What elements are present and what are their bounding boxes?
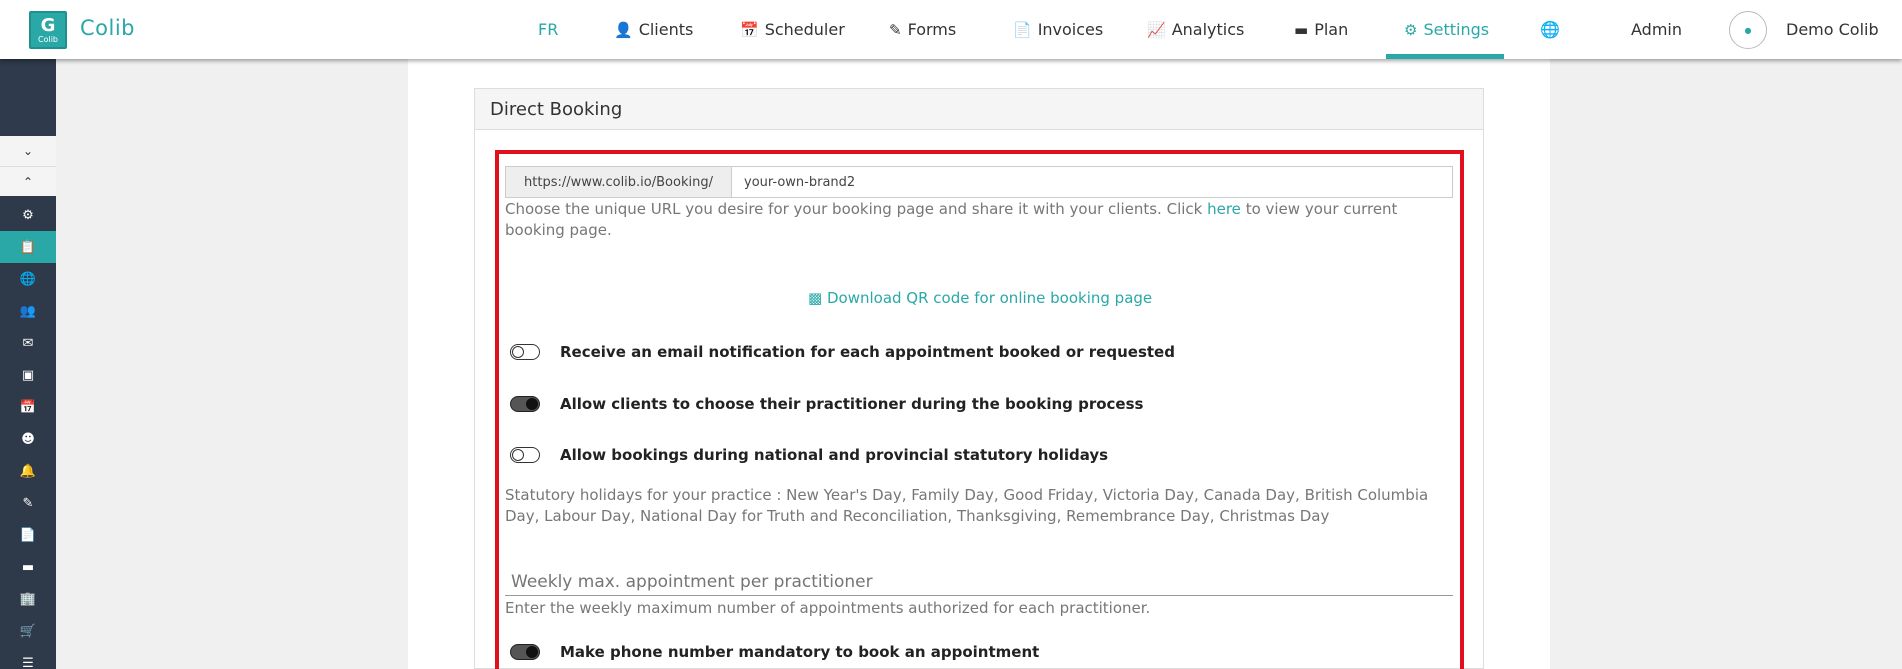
admin-link[interactable]: Admin [1631,0,1682,59]
sidebar-globe-icon[interactable]: 🌐 [0,263,56,295]
sidebar: ⌄ ⌃ ⚙ 📋 🌐 👥 ✉ ▣ 📅 ☻ 🔔 ✎ 📄 ▬ 🏢 🛒 ☰ [0,59,56,669]
forms-icon: ✎ [889,20,902,39]
sidebar-card-icon[interactable]: ▬ [0,551,56,583]
weekly-help-text: Enter the weekly maximum number of appoi… [505,599,1151,617]
booking-url-input[interactable] [732,166,1453,198]
nav-invoices[interactable]: 📄 Invoices [1013,0,1103,59]
top-navbar: G Colib Colib FR 👤 Clients 📅 Scheduler ✎… [0,0,1902,59]
email-notification-toggle[interactable] [510,344,540,360]
invoice-icon: 📄 [1013,20,1032,39]
choose-practitioner-label: Allow clients to choose their practition… [560,395,1144,413]
holiday-bookings-label: Allow bookings during national and provi… [560,446,1109,464]
logo-text: Colib [37,34,58,44]
nav-scheduler-label: Scheduler [764,20,845,39]
sidebar-clipboard-icon[interactable]: 📋 [0,231,56,263]
nav-settings-label: Settings [1423,20,1490,39]
email-notification-label: Receive an email notification for each a… [560,343,1175,361]
nav-settings[interactable]: ⚙ Settings [1404,0,1489,59]
user-name[interactable]: Demo Colib [1786,0,1879,59]
url-help-text: Choose the unique URL you desire for you… [505,199,1445,241]
nav-clients-label: Clients [638,20,694,39]
qr-code-icon: ▩ [808,289,823,307]
sidebar-users-icon[interactable]: 👥 [0,295,56,327]
sidebar-note-icon[interactable]: ▣ [0,359,56,391]
sidebar-bell-icon[interactable]: 🔔 [0,455,56,487]
globe-icon[interactable]: 🌐 [1540,0,1560,59]
nav-analytics-label: Analytics [1171,20,1245,39]
sidebar-header [0,65,56,135]
sidebar-calendar-icon[interactable]: 📅 [0,391,56,423]
weekly-max-input[interactable] [505,568,1453,596]
language-toggle[interactable]: FR [538,0,558,59]
avatar[interactable]: ● [1729,11,1767,49]
chevron-up-icon[interactable]: ⌃ [0,166,56,196]
sidebar-edit-icon[interactable]: ✎ [0,487,56,519]
view-booking-page-link[interactable]: here [1207,200,1241,218]
holidays-text: Statutory holidays for your practice : N… [505,486,1429,525]
nav-plan[interactable]: ▬ Plan [1294,0,1348,59]
active-tab-indicator [1386,54,1504,59]
chart-icon: 📈 [1147,20,1166,39]
chevron-down-icon[interactable]: ⌄ [0,136,56,166]
choose-practitioner-toggle[interactable] [510,396,540,412]
calendar-icon: 📅 [740,20,759,39]
card-icon: ▬ [1294,20,1309,39]
sidebar-cart-icon[interactable]: 🛒 [0,615,56,647]
panel-title: Direct Booking [475,89,1483,130]
nav-invoices-label: Invoices [1037,20,1104,39]
download-qr-link[interactable]: ▩ Download QR code for online booking pa… [808,289,1152,307]
sidebar-envelope-icon[interactable]: ✉ [0,327,56,359]
gear-icon: ⚙ [1404,20,1418,39]
sidebar-contact-icon[interactable]: ☻ [0,423,56,455]
holiday-bookings-toggle[interactable] [510,447,540,463]
nav-forms-label: Forms [907,20,957,39]
logo-letter: G [40,14,56,36]
url-help-before: Choose the unique URL you desire for you… [505,200,1208,218]
nav-analytics[interactable]: 📈 Analytics [1147,0,1244,59]
brand-logo[interactable]: G Colib [29,11,67,49]
url-prefix: https://www.colib.io/Booking/ [505,166,732,198]
nav-clients[interactable]: 👤 Clients [614,0,693,59]
sidebar-building-icon[interactable]: 🏢 [0,583,56,615]
sidebar-gear-icon[interactable]: ⚙ [0,199,56,231]
qr-label: Download QR code for online booking page [826,289,1153,307]
sidebar-file-icon[interactable]: 📄 [0,519,56,551]
sidebar-list-icon[interactable]: ☰ [0,647,56,669]
brand-name[interactable]: Colib [80,16,135,40]
nav-forms[interactable]: ✎ Forms [889,0,956,59]
nav-scheduler[interactable]: 📅 Scheduler [740,0,845,59]
phone-mandatory-toggle[interactable] [510,644,540,660]
phone-mandatory-label: Make phone number mandatory to book an a… [560,643,1040,661]
user-icon: 👤 [614,20,633,39]
nav-plan-label: Plan [1314,20,1349,39]
